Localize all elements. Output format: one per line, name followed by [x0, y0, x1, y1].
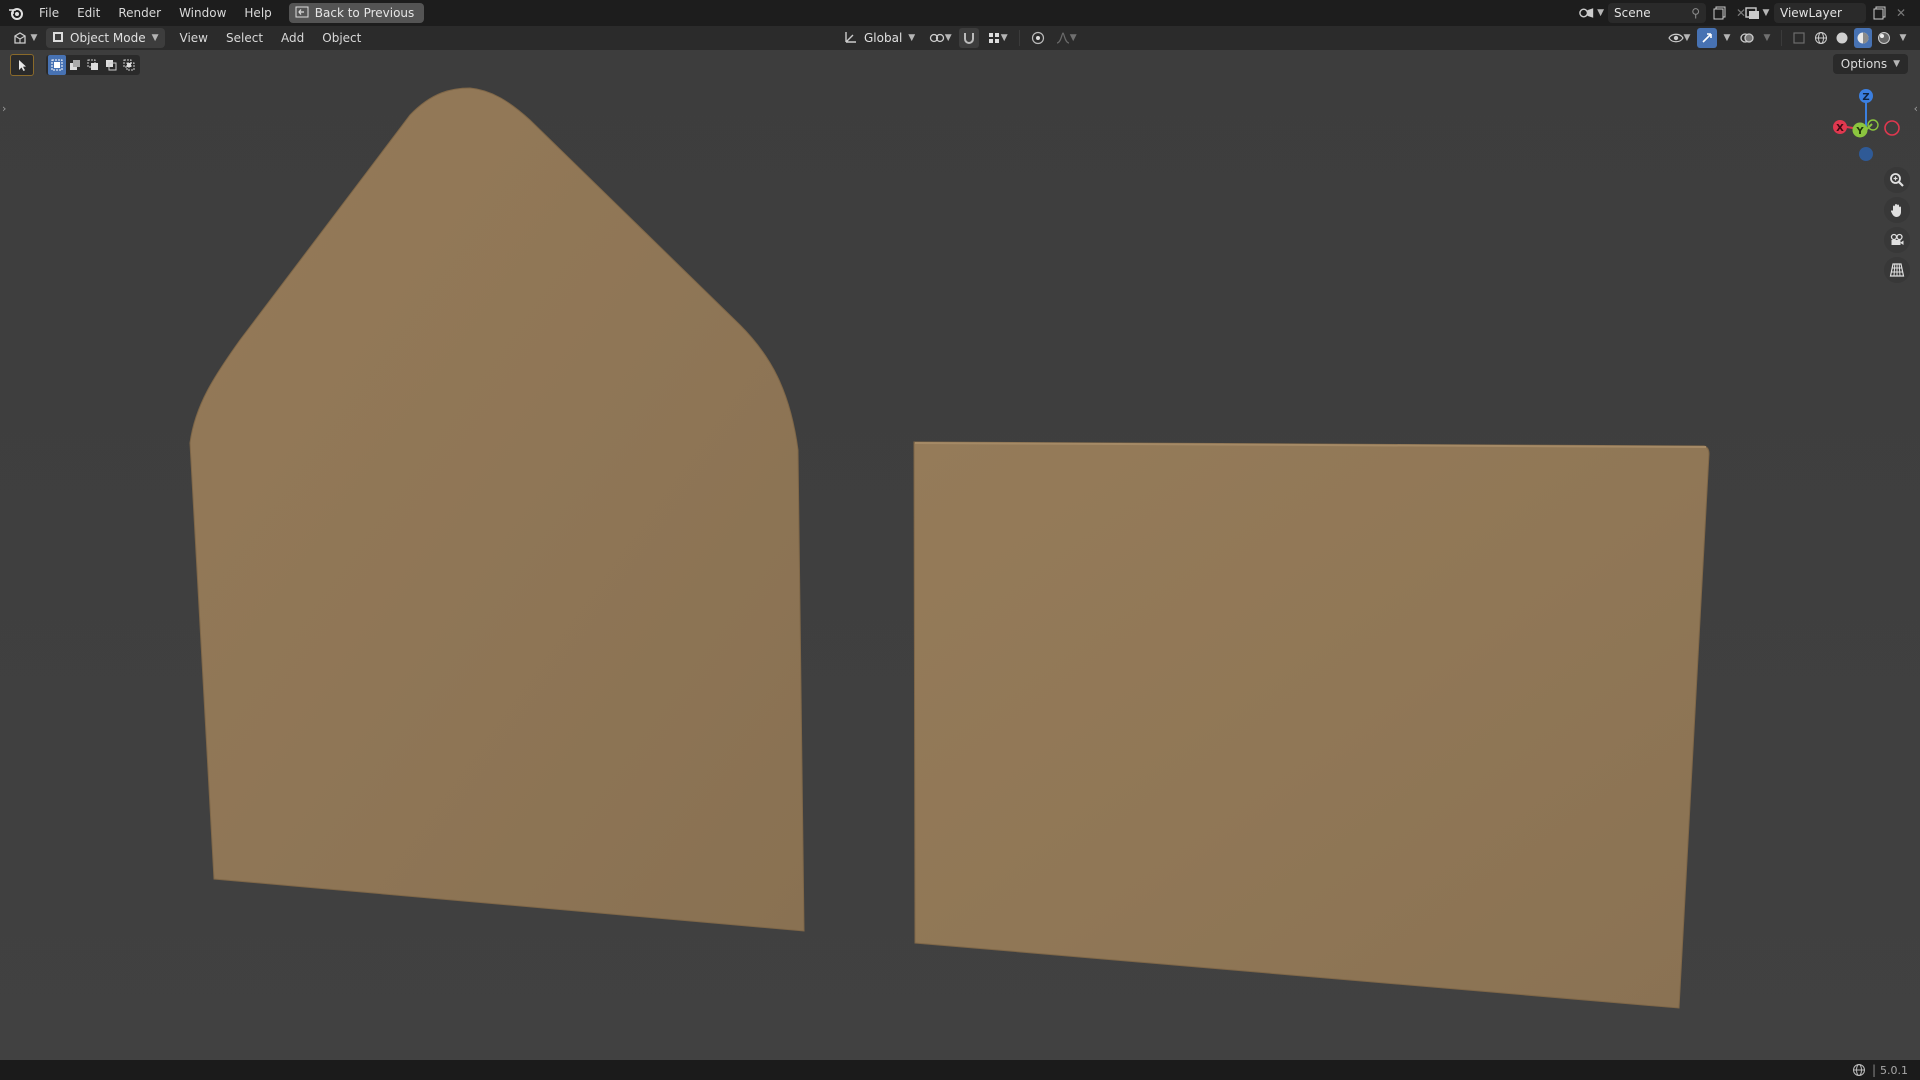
- status-divider: |: [1871, 1063, 1876, 1077]
- back-to-previous-label: Back to Previous: [314, 6, 415, 20]
- toolbar-expand-arrow-icon[interactable]: ›: [2, 102, 6, 115]
- proportional-editing-icon[interactable]: [1028, 28, 1048, 48]
- menu-select[interactable]: Select: [217, 27, 272, 49]
- pin-icon[interactable]: ⚲: [1691, 6, 1700, 20]
- envelope-front-panel[interactable]: [913, 441, 1710, 1009]
- top-bar: File Edit Render Window Help Back to Pre…: [0, 0, 1920, 26]
- select-tool-button[interactable]: [10, 54, 34, 76]
- gizmo-x-label: X: [1836, 123, 1844, 134]
- status-bar: | 5.0.1: [0, 1060, 1920, 1080]
- view-layer-name: ViewLayer: [1780, 6, 1842, 20]
- chevron-down-icon: ▼: [151, 33, 159, 43]
- xray-toggle-icon[interactable]: [1789, 28, 1809, 48]
- separator: [1781, 30, 1782, 46]
- blender-logo-icon[interactable]: [2, 3, 30, 23]
- object-visibility-icon[interactable]: ▼: [1664, 28, 1694, 48]
- snap-toggle-icon[interactable]: [959, 28, 980, 48]
- gizmo-neg-z[interactable]: [1859, 147, 1873, 161]
- options-dropdown[interactable]: Options ▼: [1832, 54, 1908, 74]
- menu-file[interactable]: File: [30, 2, 68, 24]
- object-mode-icon: [52, 31, 64, 46]
- scene-name-field[interactable]: Scene ⚲: [1608, 3, 1706, 23]
- pivot-point-icon[interactable]: ▼: [925, 28, 955, 48]
- transform-orientation-label: Global: [864, 31, 903, 45]
- menu-view[interactable]: View: [171, 27, 217, 49]
- menu-add[interactable]: Add: [272, 27, 313, 49]
- back-to-previous-button[interactable]: Back to Previous: [288, 3, 425, 23]
- menu-object[interactable]: Object: [313, 27, 370, 49]
- scene-name: Scene: [1614, 6, 1651, 20]
- selection-mode-group: [46, 55, 140, 75]
- 3d-viewport[interactable]: › ‹ Z X Y: [0, 50, 1920, 1060]
- zoom-icon[interactable]: [1884, 167, 1910, 193]
- object-mode-label: Object Mode: [70, 31, 146, 45]
- select-intersect-icon[interactable]: [120, 55, 138, 75]
- overlays-options-chevron-icon[interactable]: ▼: [1760, 28, 1774, 48]
- delete-view-layer-icon[interactable]: ✕: [1894, 3, 1908, 23]
- object-mode-dropdown[interactable]: Object Mode ▼: [46, 28, 165, 48]
- rendered-shading-icon[interactable]: [1875, 28, 1893, 48]
- orientation-axes-icon: [844, 30, 858, 47]
- gizmo-options-chevron-icon[interactable]: ▼: [1720, 28, 1734, 48]
- view-layer-selector-icon[interactable]: ▼: [1744, 3, 1770, 23]
- solid-shading-icon[interactable]: [1833, 28, 1851, 48]
- version-label: 5.0.1: [1880, 1063, 1908, 1077]
- menu-edit[interactable]: Edit: [68, 2, 109, 24]
- sidebar-expand-arrow-icon[interactable]: ‹: [1914, 102, 1918, 115]
- select-subtract-icon[interactable]: [84, 55, 102, 75]
- camera-view-icon[interactable]: [1884, 227, 1910, 253]
- cursor-arrow-icon: [19, 60, 26, 71]
- pan-hand-icon[interactable]: [1884, 197, 1910, 223]
- gizmo-toggle-icon[interactable]: [1697, 28, 1717, 48]
- gizmo-neg-x[interactable]: [1884, 120, 1900, 136]
- menu-render[interactable]: Render: [109, 2, 170, 24]
- chevron-down-icon: ▼: [908, 33, 916, 43]
- back-arrow-icon: [295, 6, 309, 21]
- wireframe-shading-icon[interactable]: [1812, 28, 1830, 48]
- editor-type-icon[interactable]: ▼: [8, 28, 42, 48]
- view-layer-name-field[interactable]: ViewLayer: [1774, 3, 1866, 23]
- menu-window[interactable]: Window: [170, 2, 235, 24]
- viewport-header: ▼ Object Mode ▼ View Select Add Object G…: [0, 26, 1920, 50]
- toggle-perspective-grid-icon[interactable]: [1884, 257, 1910, 283]
- chevron-down-icon: ▼: [1893, 59, 1900, 69]
- select-difference-icon[interactable]: [102, 55, 120, 75]
- viewport-canvas[interactable]: [0, 50, 1920, 1060]
- network-globe-icon: [1852, 1063, 1866, 1077]
- tool-settings-row: [10, 54, 140, 76]
- falloff-curve-icon[interactable]: ▼: [1052, 28, 1080, 48]
- scene-selector-icon[interactable]: ▼: [1578, 3, 1604, 23]
- select-new-icon[interactable]: [48, 55, 66, 75]
- new-view-layer-icon[interactable]: [1870, 3, 1890, 23]
- gizmo-y-label: Y: [1855, 126, 1864, 137]
- snap-target-icon[interactable]: ▼: [983, 28, 1011, 48]
- transform-orientation-dropdown[interactable]: Global ▼: [838, 28, 921, 48]
- separator: [1019, 30, 1021, 46]
- overlays-toggle-icon[interactable]: [1737, 28, 1757, 48]
- select-extend-icon[interactable]: [66, 55, 84, 75]
- options-label: Options: [1840, 57, 1888, 71]
- new-scene-icon[interactable]: [1710, 3, 1730, 23]
- shading-options-chevron-icon[interactable]: ▼: [1896, 28, 1910, 48]
- material-preview-shading-icon[interactable]: [1854, 28, 1872, 48]
- navigation-gizmo[interactable]: Z X Y: [1826, 84, 1906, 174]
- menu-help[interactable]: Help: [235, 2, 280, 24]
- gizmo-z-label: Z: [1862, 92, 1869, 103]
- gizmo-neg-y[interactable]: [1867, 119, 1879, 131]
